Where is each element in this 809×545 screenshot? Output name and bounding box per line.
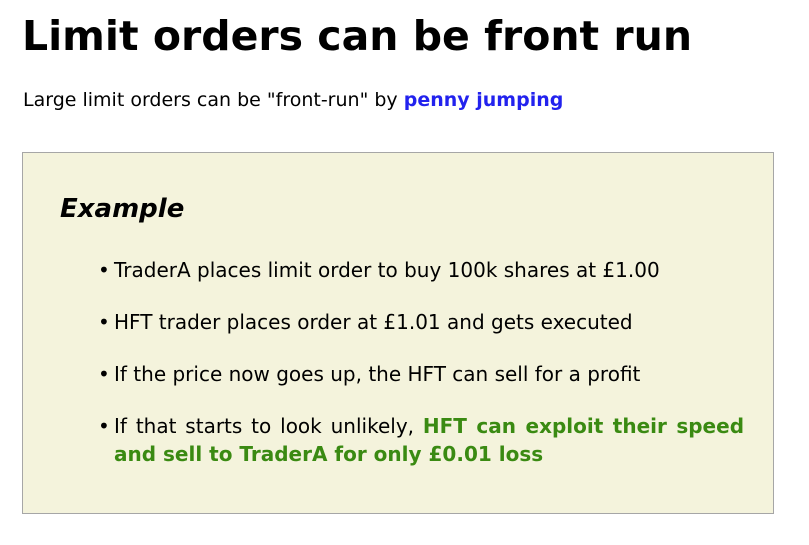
example-box: Example • TraderA places limit order to … bbox=[22, 152, 774, 514]
list-item-text: If that starts to look unlikely, bbox=[114, 414, 423, 438]
list-item-text: If the price now goes up, the HFT can se… bbox=[114, 362, 641, 386]
slide-title: Limit orders can be front run bbox=[22, 12, 693, 60]
subtitle-text: Large limit orders can be "front-run" by bbox=[23, 89, 404, 111]
list-item: • HFT trader places order at £1.01 and g… bbox=[96, 308, 744, 336]
bullet-icon: • bbox=[98, 258, 110, 282]
list-item: • If the price now goes up, the HFT can … bbox=[96, 360, 744, 388]
bullet-icon: • bbox=[98, 414, 110, 438]
list-item: • If that starts to look unlikely, HFT c… bbox=[96, 412, 744, 468]
list-item-text: TraderA places limit order to buy 100k s… bbox=[114, 258, 660, 282]
list-item-text: HFT trader places order at £1.01 and get… bbox=[114, 310, 633, 334]
slide-subtitle: Large limit orders can be "front-run" by… bbox=[23, 86, 563, 114]
penny-jumping-link[interactable]: penny jumping bbox=[404, 89, 564, 111]
list-item: • TraderA places limit order to buy 100k… bbox=[96, 256, 744, 284]
bullet-icon: • bbox=[98, 310, 110, 334]
bullet-icon: • bbox=[98, 362, 110, 386]
example-heading: Example bbox=[60, 194, 185, 224]
example-bullet-list: • TraderA places limit order to buy 100k… bbox=[96, 256, 744, 468]
